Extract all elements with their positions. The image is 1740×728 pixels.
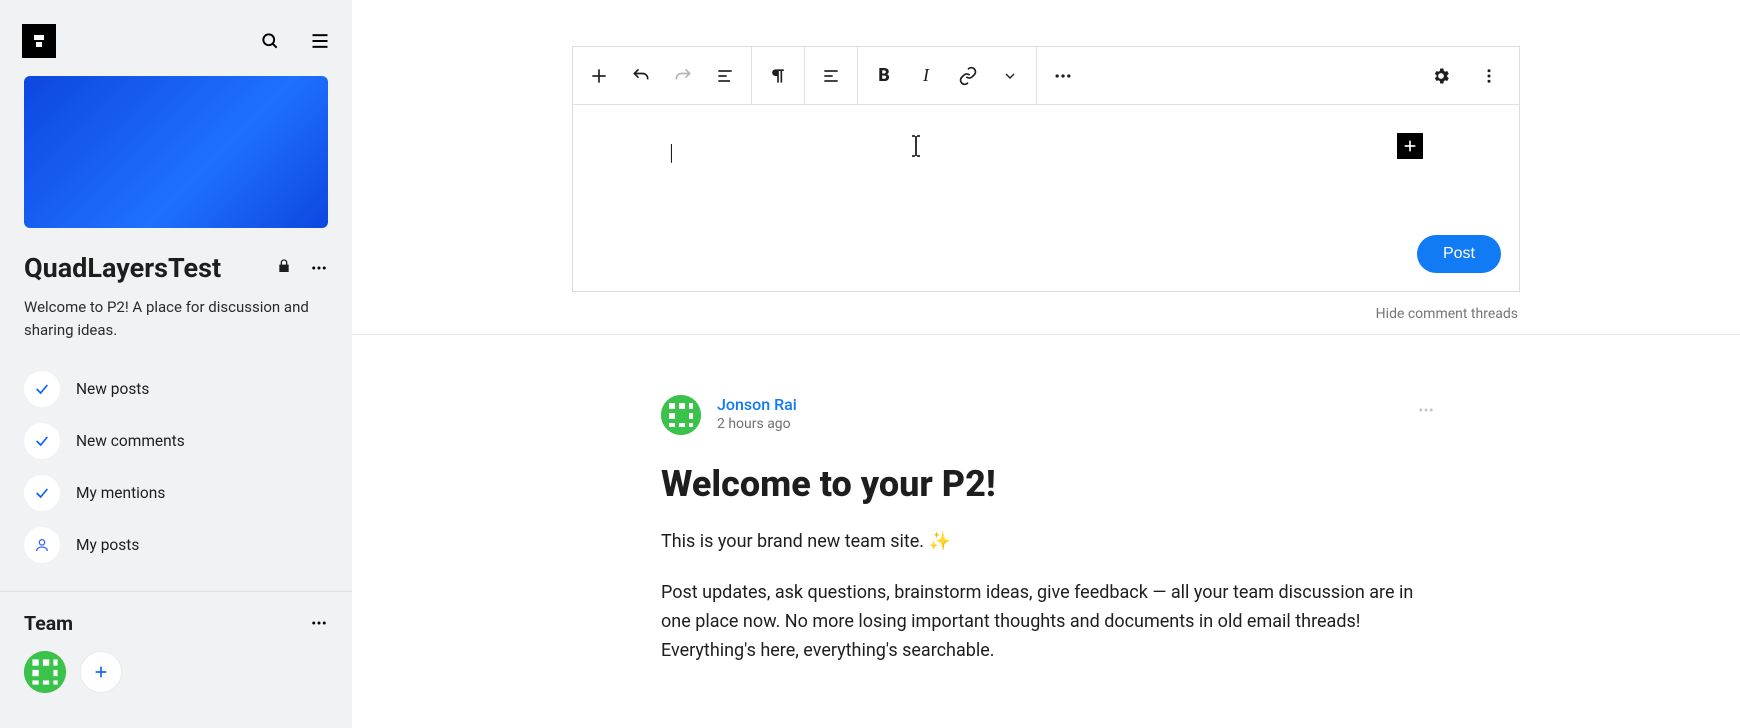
filter-list: New posts New comments My mentions My po…	[24, 367, 328, 591]
team-title: Team	[24, 612, 73, 635]
italic-icon[interactable]: I	[914, 64, 938, 88]
sidebar: QuadLayersTest Welcome to P2! A place fo…	[0, 0, 352, 728]
user-icon	[24, 527, 60, 563]
post-paragraph: Post updates, ask questions, brainstorm …	[661, 578, 1431, 665]
link-icon[interactable]	[956, 64, 980, 88]
post-editor: B I	[572, 46, 1520, 292]
add-member-button[interactable]	[80, 651, 122, 693]
filter-label: New posts	[76, 380, 149, 398]
post-button[interactable]: Post	[1417, 235, 1501, 273]
filter-label: My posts	[76, 536, 139, 554]
menu-icon[interactable]	[310, 32, 330, 50]
check-icon	[24, 371, 60, 407]
check-icon	[24, 475, 60, 511]
divider	[352, 334, 1740, 335]
add-block-button[interactable]	[1397, 133, 1423, 159]
site-description: Welcome to P2! A place for discussion an…	[24, 296, 328, 343]
filter-my-posts[interactable]: My posts	[24, 523, 328, 567]
editor-toolbar: B I	[573, 47, 1519, 105]
kebab-icon[interactable]	[1477, 64, 1501, 88]
filter-new-posts[interactable]: New posts	[24, 367, 328, 411]
filter-label: New comments	[76, 432, 185, 450]
filter-new-comments[interactable]: New comments	[24, 419, 328, 463]
search-icon[interactable]	[260, 31, 280, 51]
more-icon[interactable]	[1417, 401, 1435, 423]
redo-icon	[671, 64, 695, 88]
more-icon[interactable]	[310, 259, 328, 277]
hide-comment-threads[interactable]: Hide comment threads	[572, 292, 1520, 334]
logo-icon[interactable]	[22, 24, 56, 58]
site-banner	[24, 76, 328, 228]
avatar[interactable]	[24, 651, 66, 693]
team-section: Team	[0, 592, 352, 713]
align-icon[interactable]	[819, 64, 843, 88]
lock-icon	[276, 258, 292, 278]
gear-icon[interactable]	[1429, 64, 1453, 88]
sidebar-top	[0, 0, 352, 76]
avatar[interactable]	[661, 395, 701, 435]
filter-my-mentions[interactable]: My mentions	[24, 471, 328, 515]
add-icon[interactable]	[587, 64, 611, 88]
undo-icon[interactable]	[629, 64, 653, 88]
text-caret: |	[669, 141, 674, 166]
more-icon[interactable]	[310, 614, 328, 632]
post-title: Welcome to your P2!	[661, 463, 1431, 505]
chevron-down-icon[interactable]	[998, 64, 1022, 88]
outline-icon[interactable]	[713, 64, 737, 88]
bold-icon[interactable]: B	[872, 64, 896, 88]
filter-label: My mentions	[76, 484, 165, 502]
more-icon[interactable]	[1051, 64, 1075, 88]
site-title: QuadLayersTest	[24, 252, 221, 284]
text-cursor-icon	[909, 135, 923, 161]
post-timestamp: 2 hours ago	[717, 416, 797, 432]
feed-post: Jonson Rai 2 hours ago Welcome to your P…	[661, 395, 1431, 688]
post-author[interactable]: Jonson Rai	[717, 395, 797, 414]
editor-canvas[interactable]: |	[573, 105, 1519, 225]
post-paragraph: This is your brand new team site. ✨	[661, 527, 1431, 556]
main: B I	[352, 0, 1740, 728]
check-icon	[24, 423, 60, 459]
paragraph-icon[interactable]	[766, 64, 790, 88]
